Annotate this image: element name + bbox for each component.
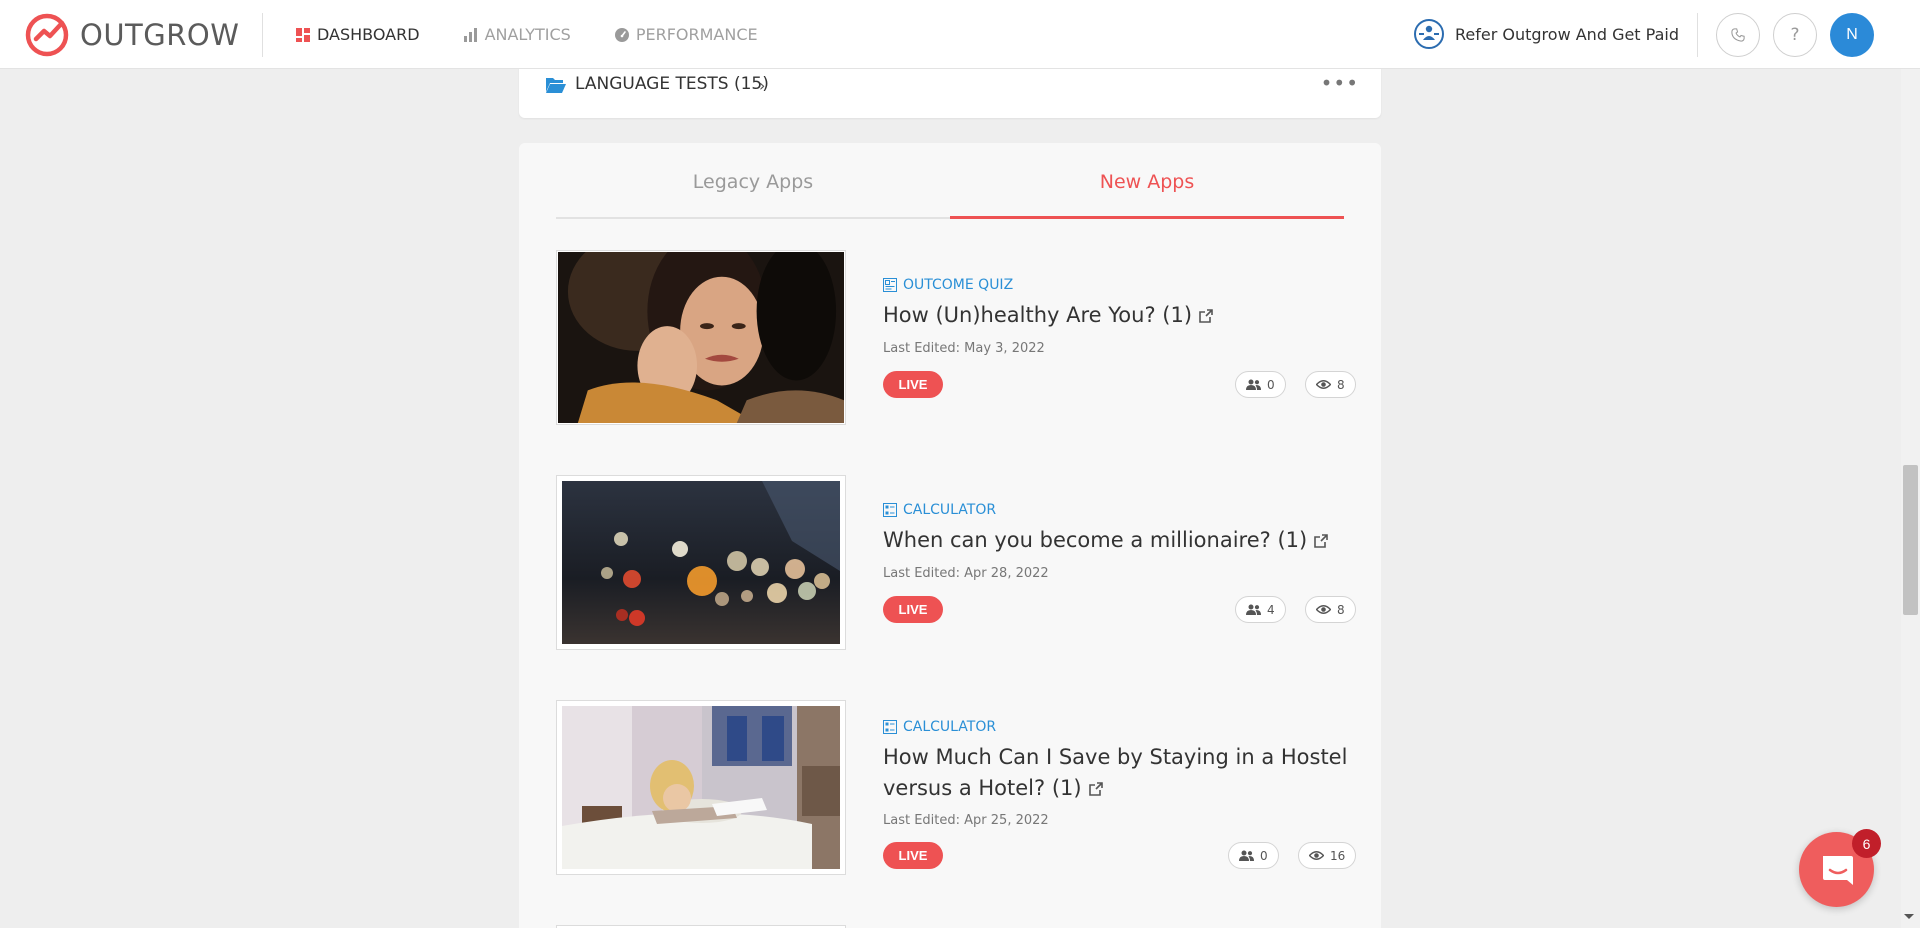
more-options-icon[interactable]: ••• — [1321, 71, 1359, 95]
app-type-text: CALCULATOR — [903, 719, 997, 735]
header-divider-right — [1697, 13, 1698, 57]
app-title-text: How (Un)healthy Are You? (1) — [883, 303, 1193, 327]
phone-icon — [1731, 28, 1745, 42]
refer-label: Refer Outgrow And Get Paid — [1455, 24, 1679, 44]
app-title-text: How Much Can I Save by Staying in a Host… — [883, 745, 1348, 800]
app-title[interactable]: How Much Can I Save by Staying in a Host… — [883, 742, 1353, 806]
status-badge: LIVE — [883, 371, 943, 398]
leads-count: 0 — [1235, 371, 1286, 398]
last-edited: Last Edited: May 3, 2022 — [883, 341, 1045, 356]
bar-chart-icon — [463, 27, 477, 42]
views-value: 8 — [1337, 377, 1345, 392]
app-type-label: CALCULATOR — [883, 502, 996, 518]
app-thumbnail[interactable] — [556, 250, 846, 425]
last-edited: Last Edited: Apr 28, 2022 — [883, 566, 1049, 581]
brand-name: OUTGROW — [80, 18, 240, 52]
views-value: 8 — [1337, 602, 1345, 617]
nav-analytics[interactable]: ANALYTICS — [463, 25, 571, 44]
views-count: 8 — [1305, 371, 1356, 398]
top-bar: OUTGROW DASHBOARD ANALYTICS PERFORMANCE … — [0, 0, 1920, 69]
phone-button[interactable] — [1716, 13, 1760, 57]
app-card: OUTCOME QUIZ How (Un)healthy Are You? (1… — [556, 250, 1356, 430]
app-thumbnail[interactable] — [556, 700, 846, 875]
last-edited: Last Edited: Apr 25, 2022 — [883, 813, 1049, 828]
user-avatar[interactable]: N — [1830, 13, 1874, 57]
app-card: CALCULATOR When can you become a million… — [556, 475, 1356, 655]
calculator-icon — [883, 503, 897, 517]
leads-value: 0 — [1260, 848, 1268, 863]
nav-performance[interactable]: PERFORMANCE — [614, 25, 758, 44]
quiz-icon — [883, 278, 897, 292]
leads-count: 4 — [1235, 596, 1286, 623]
leads-count: 0 — [1228, 842, 1279, 869]
leads-value: 0 — [1267, 377, 1275, 392]
chat-unread-badge: 6 — [1852, 829, 1881, 858]
eye-icon — [1309, 851, 1324, 860]
calculator-icon — [883, 720, 897, 734]
app-title[interactable]: How (Un)healthy Are You? (1) — [883, 300, 1353, 333]
apps-panel: Legacy Apps New Apps OUTCOME QUIZ How (U… — [519, 143, 1381, 928]
tab-new-apps[interactable]: New Apps — [950, 143, 1344, 219]
scrollbar-thumb[interactable] — [1903, 465, 1918, 615]
users-icon — [1246, 379, 1261, 390]
scroll-down-arrow-icon[interactable] — [1904, 914, 1914, 919]
app-type-label: OUTCOME QUIZ — [883, 277, 1013, 293]
referral-icon — [1414, 19, 1444, 49]
app-title-text: When can you become a millionaire? (1) — [883, 528, 1308, 552]
leads-value: 4 — [1267, 602, 1275, 617]
views-count: 16 — [1298, 842, 1357, 869]
nav-analytics-label: ANALYTICS — [484, 25, 571, 44]
main-nav: DASHBOARD ANALYTICS PERFORMANCE — [296, 0, 802, 69]
outgrow-logo[interactable]: OUTGROW — [24, 12, 239, 58]
views-count: 8 — [1305, 596, 1356, 623]
header-divider — [262, 13, 263, 57]
users-icon — [1246, 604, 1261, 615]
refer-link[interactable]: Refer Outgrow And Get Paid — [1413, 17, 1679, 51]
eye-icon — [1316, 380, 1331, 389]
speedometer-icon — [614, 27, 629, 42]
tab-legacy-apps[interactable]: Legacy Apps — [556, 143, 950, 217]
app-title[interactable]: When can you become a millionaire? (1) — [883, 525, 1353, 558]
avatar-initial: N — [1846, 26, 1858, 43]
external-link-icon[interactable] — [1313, 527, 1329, 558]
folder-name[interactable]: LANGUAGE TESTS (15) — [575, 74, 769, 94]
app-type-label: CALCULATOR — [883, 719, 996, 735]
nav-performance-label: PERFORMANCE — [635, 25, 758, 44]
chat-icon — [1822, 855, 1853, 885]
folder-open-icon — [546, 78, 566, 93]
status-badge: LIVE — [883, 842, 943, 869]
nav-dashboard[interactable]: DASHBOARD — [296, 25, 420, 44]
app-type-text: CALCULATOR — [903, 502, 997, 518]
app-thumbnail[interactable] — [556, 475, 846, 650]
status-badge: LIVE — [883, 596, 943, 623]
thumbnail-image — [558, 252, 844, 423]
app-card: CALCULATOR How Much Can I Save by Stayin… — [556, 700, 1357, 880]
outgrow-logo-icon — [25, 13, 69, 57]
chevron-right-icon[interactable]: › — [759, 76, 765, 95]
dashboard-icon — [296, 27, 310, 42]
external-link-icon[interactable] — [1088, 775, 1104, 806]
app-tabs: Legacy Apps New Apps — [556, 143, 1344, 219]
views-value: 16 — [1330, 848, 1346, 863]
eye-icon — [1316, 605, 1331, 614]
thumbnail-image — [562, 481, 840, 644]
help-icon: ? — [1790, 25, 1800, 45]
help-button[interactable]: ? — [1773, 13, 1817, 57]
app-type-text: OUTCOME QUIZ — [903, 277, 1014, 293]
nav-dashboard-label: DASHBOARD — [317, 25, 420, 44]
users-icon — [1239, 850, 1254, 861]
external-link-icon[interactable] — [1198, 302, 1214, 333]
thumbnail-image — [562, 706, 840, 869]
